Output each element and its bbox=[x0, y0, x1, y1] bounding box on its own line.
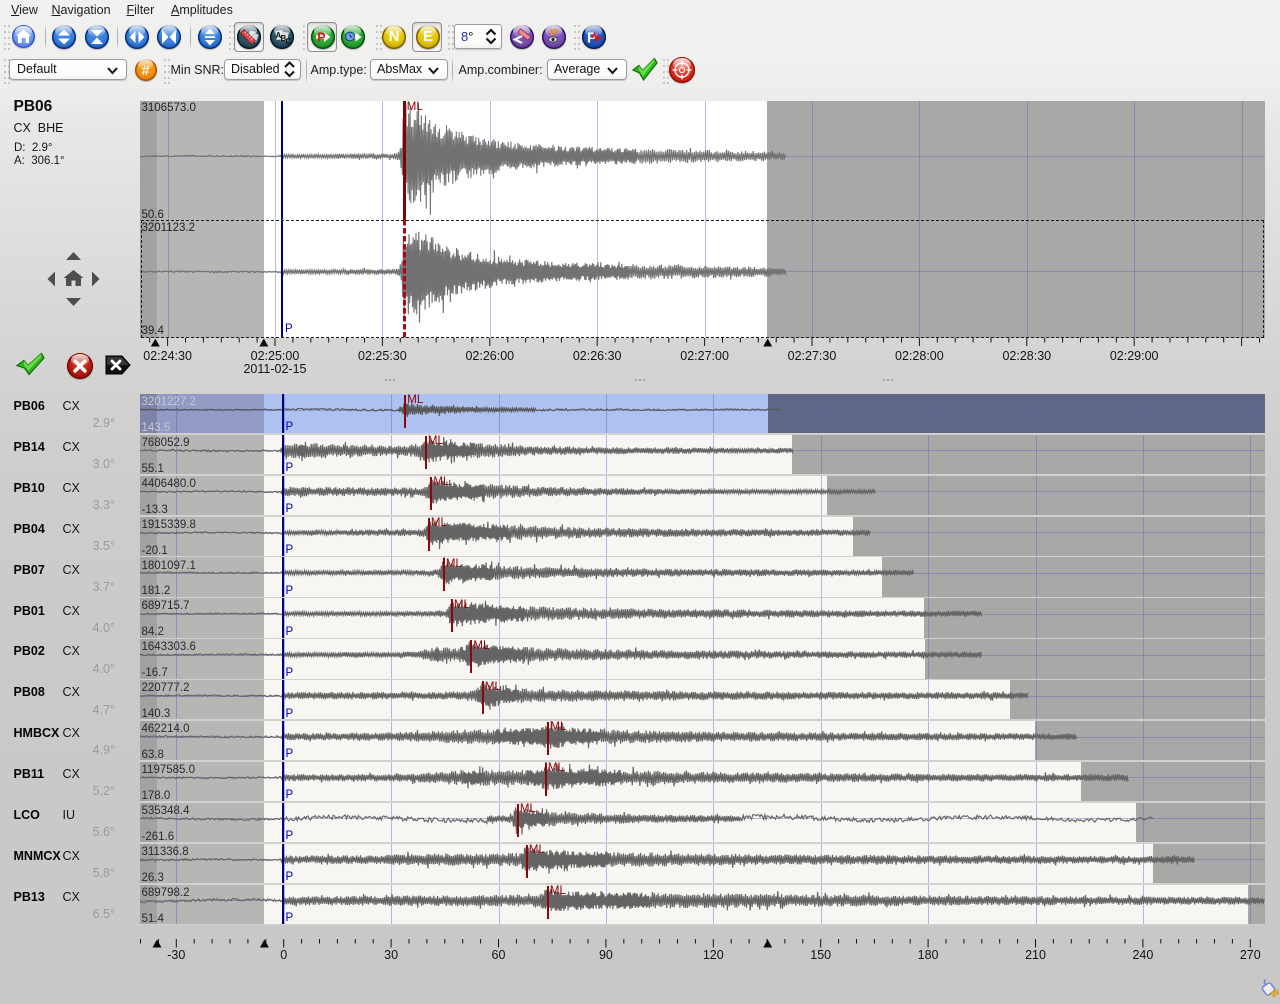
svg-text:P: P bbox=[317, 30, 325, 44]
svg-text:IP: IP bbox=[550, 27, 559, 37]
svg-text:C: C bbox=[286, 37, 292, 46]
